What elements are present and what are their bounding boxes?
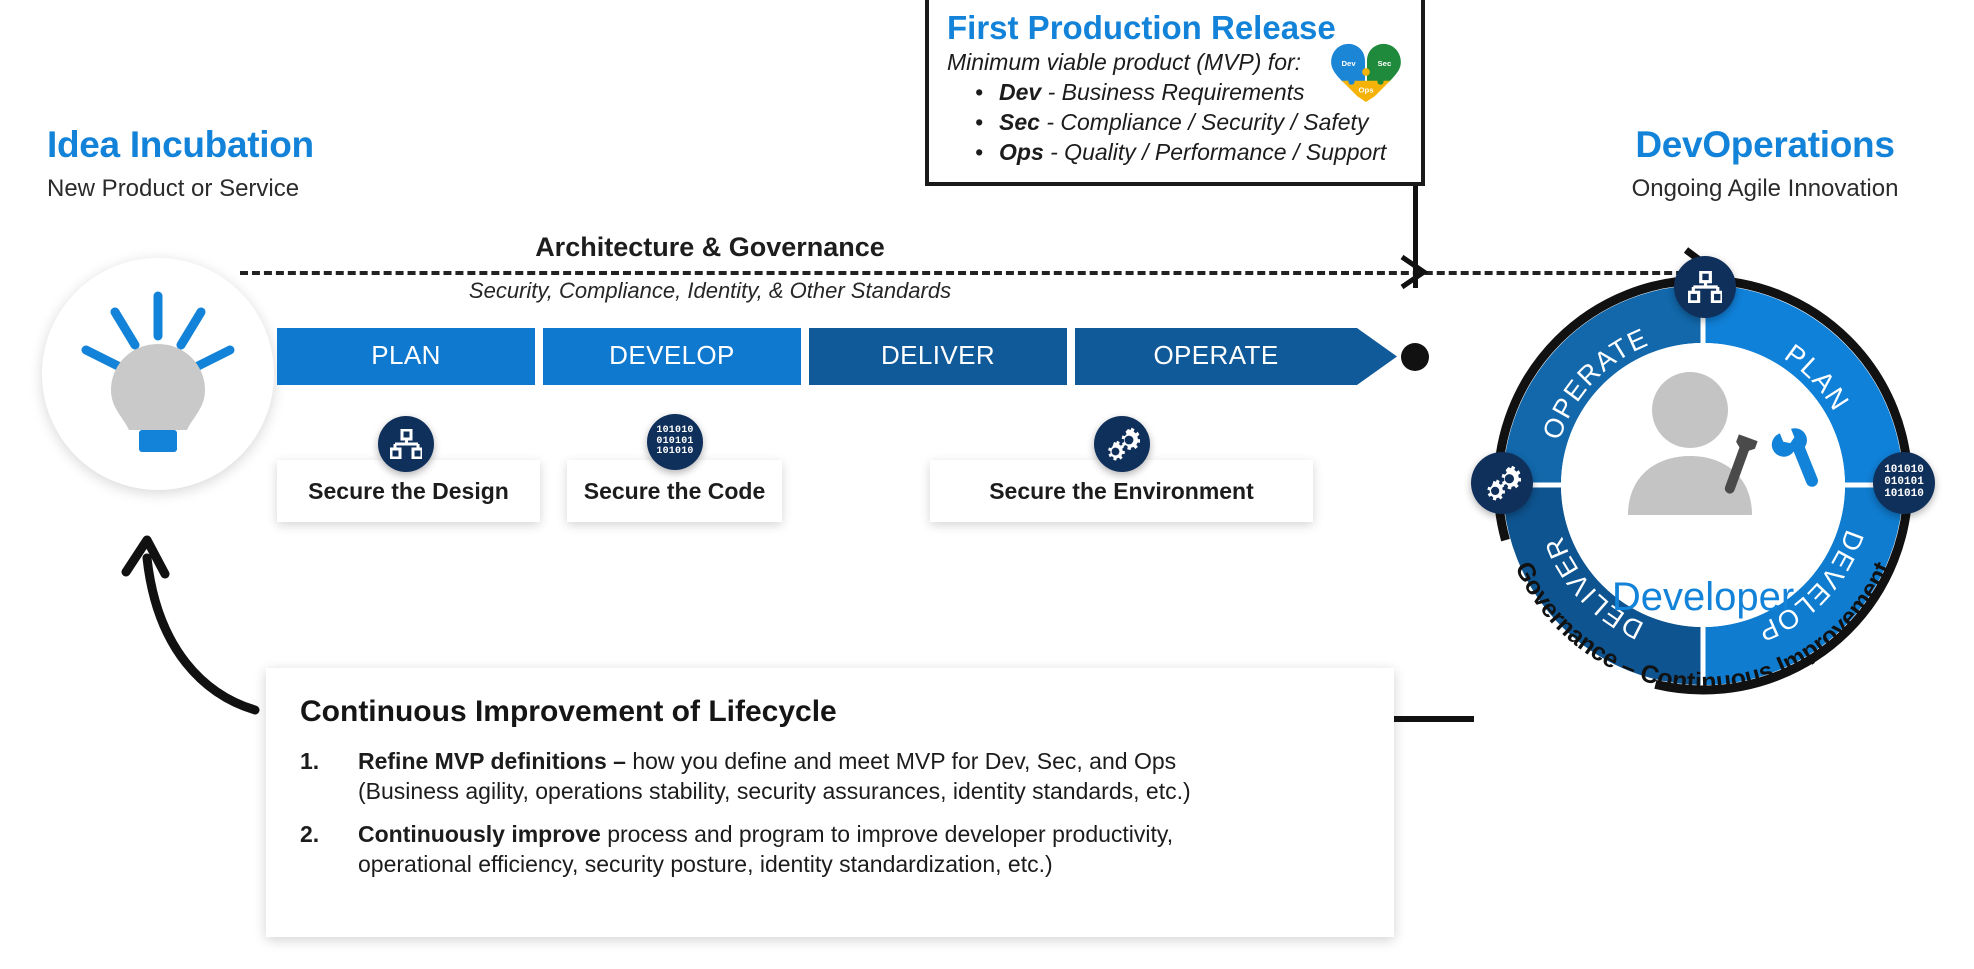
mvp-connector-line	[1413, 186, 1418, 288]
pipeline-stage-plan[interactable]: PLAN	[277, 328, 535, 385]
diagram-canvas: Idea Incubation New Product or Service D…	[0, 0, 1974, 969]
pipeline-stage-deliver[interactable]: DELIVER	[809, 328, 1067, 385]
pipeline-stage-deliver-label: DELIVER	[880, 340, 996, 370]
item-2-rest: process and program to improve developer…	[607, 820, 1174, 847]
heart-piece-sec-label: Sec	[1378, 59, 1392, 68]
architecture-subtitle: Security, Compliance, Identity, & Other …	[468, 278, 952, 303]
secure-the-code-label: Secure the Code	[583, 477, 766, 504]
idea-incubation-subtitle: New Product or Service	[47, 175, 300, 202]
heart-piece-dev-label: Dev	[1341, 59, 1356, 68]
idea-incubation-title: Idea Incubation	[47, 124, 314, 165]
donut-icon-plan-org-chart-icon	[1674, 256, 1736, 318]
pipeline-stage-develop[interactable]: DEVELOP	[543, 328, 801, 385]
item-1-rest: how you define and meet MVP for Dev, Sec…	[632, 748, 1177, 774]
item-1-number: 1.	[300, 748, 320, 774]
first-production-release-callout: First Production Release Minimum viable …	[925, 0, 1425, 186]
dashed-line-arrowhead-mid	[1400, 254, 1429, 290]
pipeline-stage-develop-label: DEVELOP	[609, 340, 735, 370]
pipeline-stage-plan-label: PLAN	[371, 340, 441, 370]
continuous-improvement-title: Continuous Improvement of Lifecycle	[300, 695, 837, 728]
mvp-item-ops: • Ops - Quality / Performance / Support	[975, 139, 1387, 166]
heart-piece-ops-label: Ops	[1358, 85, 1373, 94]
devsecops-heart-puzzle-icon: Dev Sec Ops	[1331, 43, 1401, 102]
binary-code-icon: 101010 010101 101010	[647, 414, 703, 470]
mvp-title: First Production Release	[947, 9, 1336, 46]
gears-icon	[1094, 416, 1150, 472]
item-2-bold: Continuously improve	[358, 820, 608, 847]
continuous-improvement-box: Continuous Improvement of Lifecycle 1. R…	[266, 668, 1394, 937]
pipeline-stage-operate-label: OPERATE	[1153, 340, 1279, 370]
continuous-improvement-item-2: 2. Continuously improve process and prog…	[300, 819, 1394, 880]
devoperations-donut: PLAN DEVELOP DELIVER OPERATE Governance …	[1493, 275, 1913, 696]
architecture-title: Architecture & Governance	[535, 232, 885, 262]
idea-incubation-header: Idea Incubation New Product or Service	[47, 126, 314, 201]
pipeline-bar: PLAN DEVELOP DELIVER OPERATE	[277, 328, 1397, 385]
org-chart-icon	[378, 416, 434, 472]
item-2-number: 2.	[300, 820, 320, 847]
item-1-bold: Refine MVP definitions –	[358, 748, 633, 774]
donut-icon-operate-gears-icon	[1471, 452, 1533, 514]
continuous-improvement-item-1: 1. Refine MVP definitions – how you defi…	[300, 746, 1394, 807]
mvp-item-sec-text: - Compliance / Security / Safety	[1039, 109, 1369, 136]
mvp-connector-dot	[1401, 343, 1429, 371]
mvp-item-ops-text: - Quality / Performance / Support	[1043, 139, 1387, 166]
mvp-item-ops-term: Ops	[999, 139, 1044, 166]
mvp-item-dev-text: - Business Requirements	[1041, 79, 1305, 106]
donut-icon-develop-binary-code-icon: 101010 010101 101010	[1873, 452, 1935, 514]
mvp-item-sec: • Sec - Compliance / Security / Safety	[975, 109, 1369, 136]
continuous-improvement-list: 1. Refine MVP definitions – how you defi…	[266, 746, 1394, 879]
donut-center-label: Developer	[1612, 575, 1794, 619]
secure-the-environment-label: Secure the Environment	[989, 477, 1254, 504]
pipeline-stage-operate[interactable]: OPERATE	[1075, 328, 1357, 385]
item-1-line2: (Business agility, operations stability,…	[358, 778, 1191, 805]
mvp-item-sec-term: Sec	[999, 109, 1040, 136]
item-2-line2: operational efficiency, security posture…	[358, 851, 1053, 878]
devoperations-subtitle: Ongoing Agile Innovation	[1631, 175, 1899, 202]
mvp-item-dev-term: Dev	[999, 79, 1042, 106]
continuous-improvement-connector	[1394, 716, 1474, 722]
devoperations-header: DevOperations Ongoing Agile Innovation	[1605, 126, 1974, 201]
devoperations-title: DevOperations	[1635, 124, 1895, 165]
